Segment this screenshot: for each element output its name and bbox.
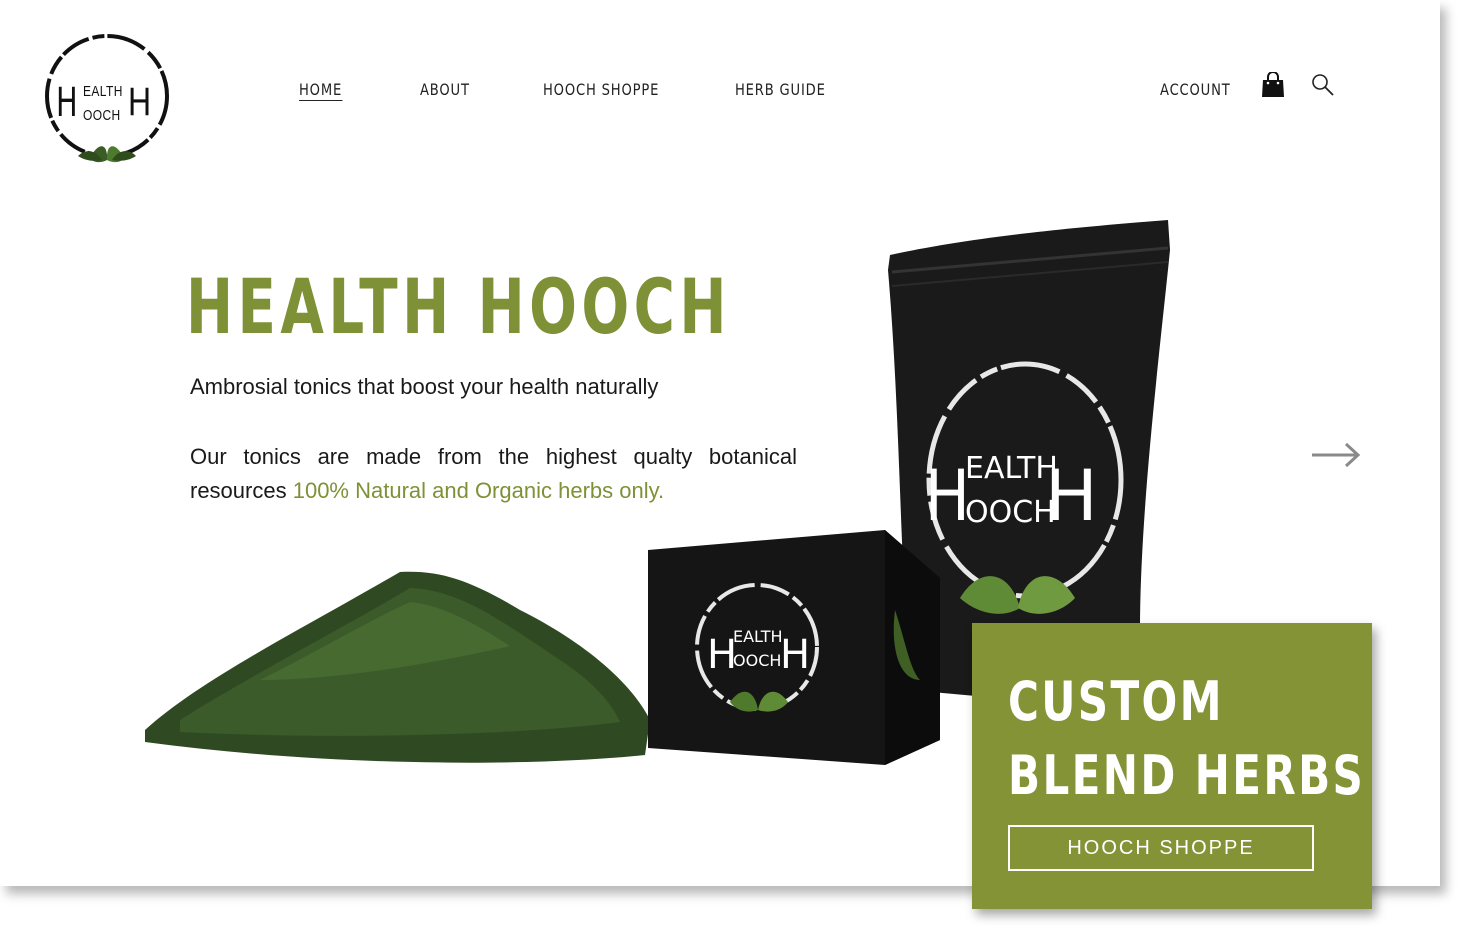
shopping-bag-icon[interactable] xyxy=(1261,71,1285,103)
promo-title-line2: BLEND HERBS xyxy=(1008,744,1366,807)
svg-text:EALTH: EALTH xyxy=(965,451,1058,486)
svg-text:OOCH: OOCH xyxy=(733,651,781,670)
svg-text:OOCH: OOCH xyxy=(965,495,1056,530)
svg-text:H: H xyxy=(780,632,810,678)
nav-hooch-shoppe[interactable]: HOOCH SHOPPE xyxy=(543,80,659,99)
hooch-shoppe-button[interactable]: HOOCH SHOPPE xyxy=(1008,825,1314,871)
svg-text:H: H xyxy=(925,456,970,537)
logo-line1: EALTH xyxy=(83,83,123,100)
promo-title-line1: CUSTOM xyxy=(1008,670,1224,733)
logo-line2: OOCH xyxy=(83,107,121,124)
svg-text:H: H xyxy=(1045,455,1098,537)
nav-home[interactable]: HOME xyxy=(299,80,343,101)
nav-herb-guide[interactable]: HERB GUIDE xyxy=(735,80,826,99)
nav-account[interactable]: ACCOUNT xyxy=(1160,80,1231,99)
svg-text:EALTH: EALTH xyxy=(733,627,783,646)
tonic-box-image: H EALTH OOCH H xyxy=(648,530,940,765)
custom-blend-card: CUSTOM BLEND HERBS HOOCH SHOPPE xyxy=(972,623,1372,909)
arrow-right-icon[interactable] xyxy=(1310,440,1362,475)
brand-logo[interactable]: H EALTH OOCH H xyxy=(40,30,174,166)
promo-title: CUSTOM BLEND HERBS xyxy=(1008,665,1365,813)
search-icon[interactable] xyxy=(1311,73,1335,102)
logo-letter-left: H xyxy=(56,80,78,126)
nav-about[interactable]: ABOUT xyxy=(420,80,470,99)
herb-pile-image xyxy=(145,571,650,763)
logo-letter-right: H xyxy=(128,80,152,124)
